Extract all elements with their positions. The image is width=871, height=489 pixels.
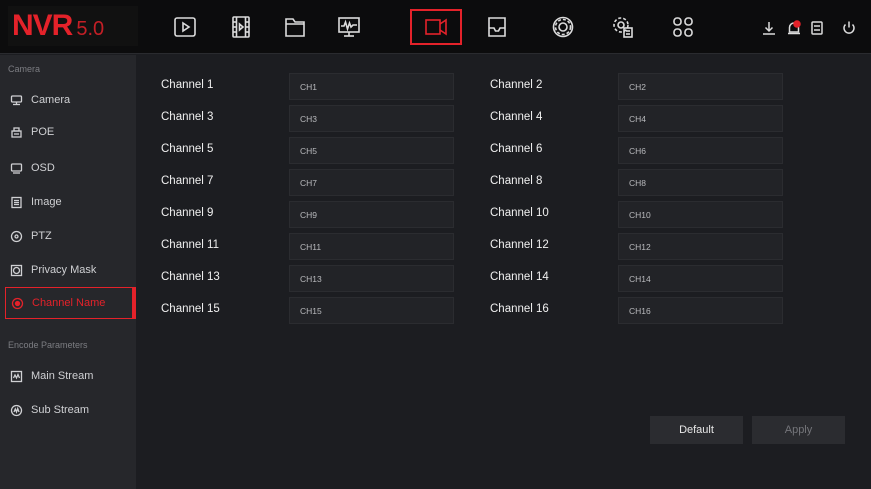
channel-label: Channel 4 [490,111,543,123]
channel-name-input[interactable] [618,233,783,260]
channel-name-input[interactable] [289,73,454,100]
sidebar-item-label: Sub Stream [31,404,90,416]
sidebar-item-label: PTZ [31,230,52,242]
power-icon[interactable] [840,19,858,37]
sidebar-item-label: Main Stream [31,370,94,382]
nvr-app: NVR 5.0 Camera Camera POE OSD Image PTZ … [0,0,871,489]
channel-label: Channel 8 [490,175,543,187]
sidebar-item-label: POE [31,126,55,138]
camera-icon [10,94,23,105]
apps-grid-icon[interactable] [664,10,702,44]
sidebar-item-channel-name[interactable]: Channel Name [5,287,136,319]
backup-disk-icon[interactable] [808,19,826,37]
channel-label: Channel 6 [490,143,543,155]
video-clip-icon[interactable] [222,10,260,44]
privacy-mask-icon [10,264,23,276]
apply-button[interactable]: Apply [752,416,845,444]
channel-label: Channel 7 [161,175,214,187]
download-icon[interactable] [760,19,778,37]
channel-label: Channel 9 [161,207,214,219]
channel-label: Channel 1 [161,79,214,91]
logo-brand: NVR [12,9,73,42]
nvr-logo: NVR 5.0 [8,6,138,46]
settings-icon[interactable] [544,10,582,44]
channel-label: Channel 13 [161,271,220,283]
ptz-icon [10,230,23,242]
channel-label: Channel 14 [490,271,549,283]
channel-name-input[interactable] [289,105,454,132]
default-button[interactable]: Default [650,416,743,444]
channel-name-input[interactable] [289,265,454,292]
storage-icon[interactable] [478,10,516,44]
channel-name-input[interactable] [618,137,783,164]
channel-label: Channel 5 [161,143,214,155]
channel-name-input[interactable] [618,265,783,292]
poe-icon [11,126,22,138]
sidebar-item-label: Privacy Mask [31,264,97,276]
sidebar-item-label: OSD [31,162,55,174]
logo-version: 5.0 [76,18,105,40]
camera-icon[interactable] [410,9,462,45]
image-icon [11,196,22,208]
channel-label: Channel 16 [490,303,549,315]
sidebar: Camera Camera POE OSD Image PTZ Privacy … [0,55,136,489]
channel-name-input[interactable] [618,169,783,196]
playback-icon[interactable] [166,10,204,44]
folder-icon[interactable] [276,10,314,44]
sidebar-item-osd[interactable]: OSD [5,153,136,183]
channel-name-input[interactable] [618,297,783,324]
sidebar-item-camera[interactable]: Camera [5,85,136,115]
channel-label: Channel 10 [490,207,549,219]
osd-icon [10,162,23,174]
alarm-bell-icon[interactable] [785,19,803,37]
channel-name-input[interactable] [289,137,454,164]
channel-label: Channel 15 [161,303,220,315]
channel-label: Channel 2 [490,79,543,91]
channel-label: Channel 11 [161,239,219,251]
top-navigation-bar: NVR 5.0 [0,0,871,54]
sidebar-section-camera: Camera [8,64,41,74]
channel-name-icon [11,297,24,309]
channel-label: Channel 12 [490,239,549,251]
sidebar-item-main-stream[interactable]: Main Stream [5,361,136,391]
channel-name-input[interactable] [618,201,783,228]
sidebar-item-label: Image [31,196,62,208]
sidebar-item-sub-stream[interactable]: Sub Stream [5,395,136,425]
sidebar-item-label: Camera [31,94,71,106]
monitor-waveform-icon[interactable] [330,10,368,44]
sidebar-section-encode: Encode Parameters [8,340,88,350]
sidebar-item-privacy-mask[interactable]: Privacy Mask [5,255,136,285]
channel-name-panel: Channel 1 Channel 2 Channel 3 Channel 4 Chan… [137,55,871,489]
main-stream-icon [10,370,23,382]
channel-name-input[interactable] [618,105,783,132]
channel-name-input[interactable] [618,73,783,100]
sub-stream-icon [10,404,23,416]
channel-name-input[interactable] [289,169,454,196]
channel-name-input[interactable] [289,233,454,260]
sidebar-item-image[interactable]: Image [5,187,136,217]
sidebar-item-poe[interactable]: POE [5,117,136,147]
channel-name-input[interactable] [289,201,454,228]
advanced-settings-icon[interactable] [604,10,642,44]
channel-name-input[interactable] [289,297,454,324]
channel-label: Channel 3 [161,111,214,123]
sidebar-item-ptz[interactable]: PTZ [5,221,136,251]
sidebar-item-label: Channel Name [32,297,106,309]
